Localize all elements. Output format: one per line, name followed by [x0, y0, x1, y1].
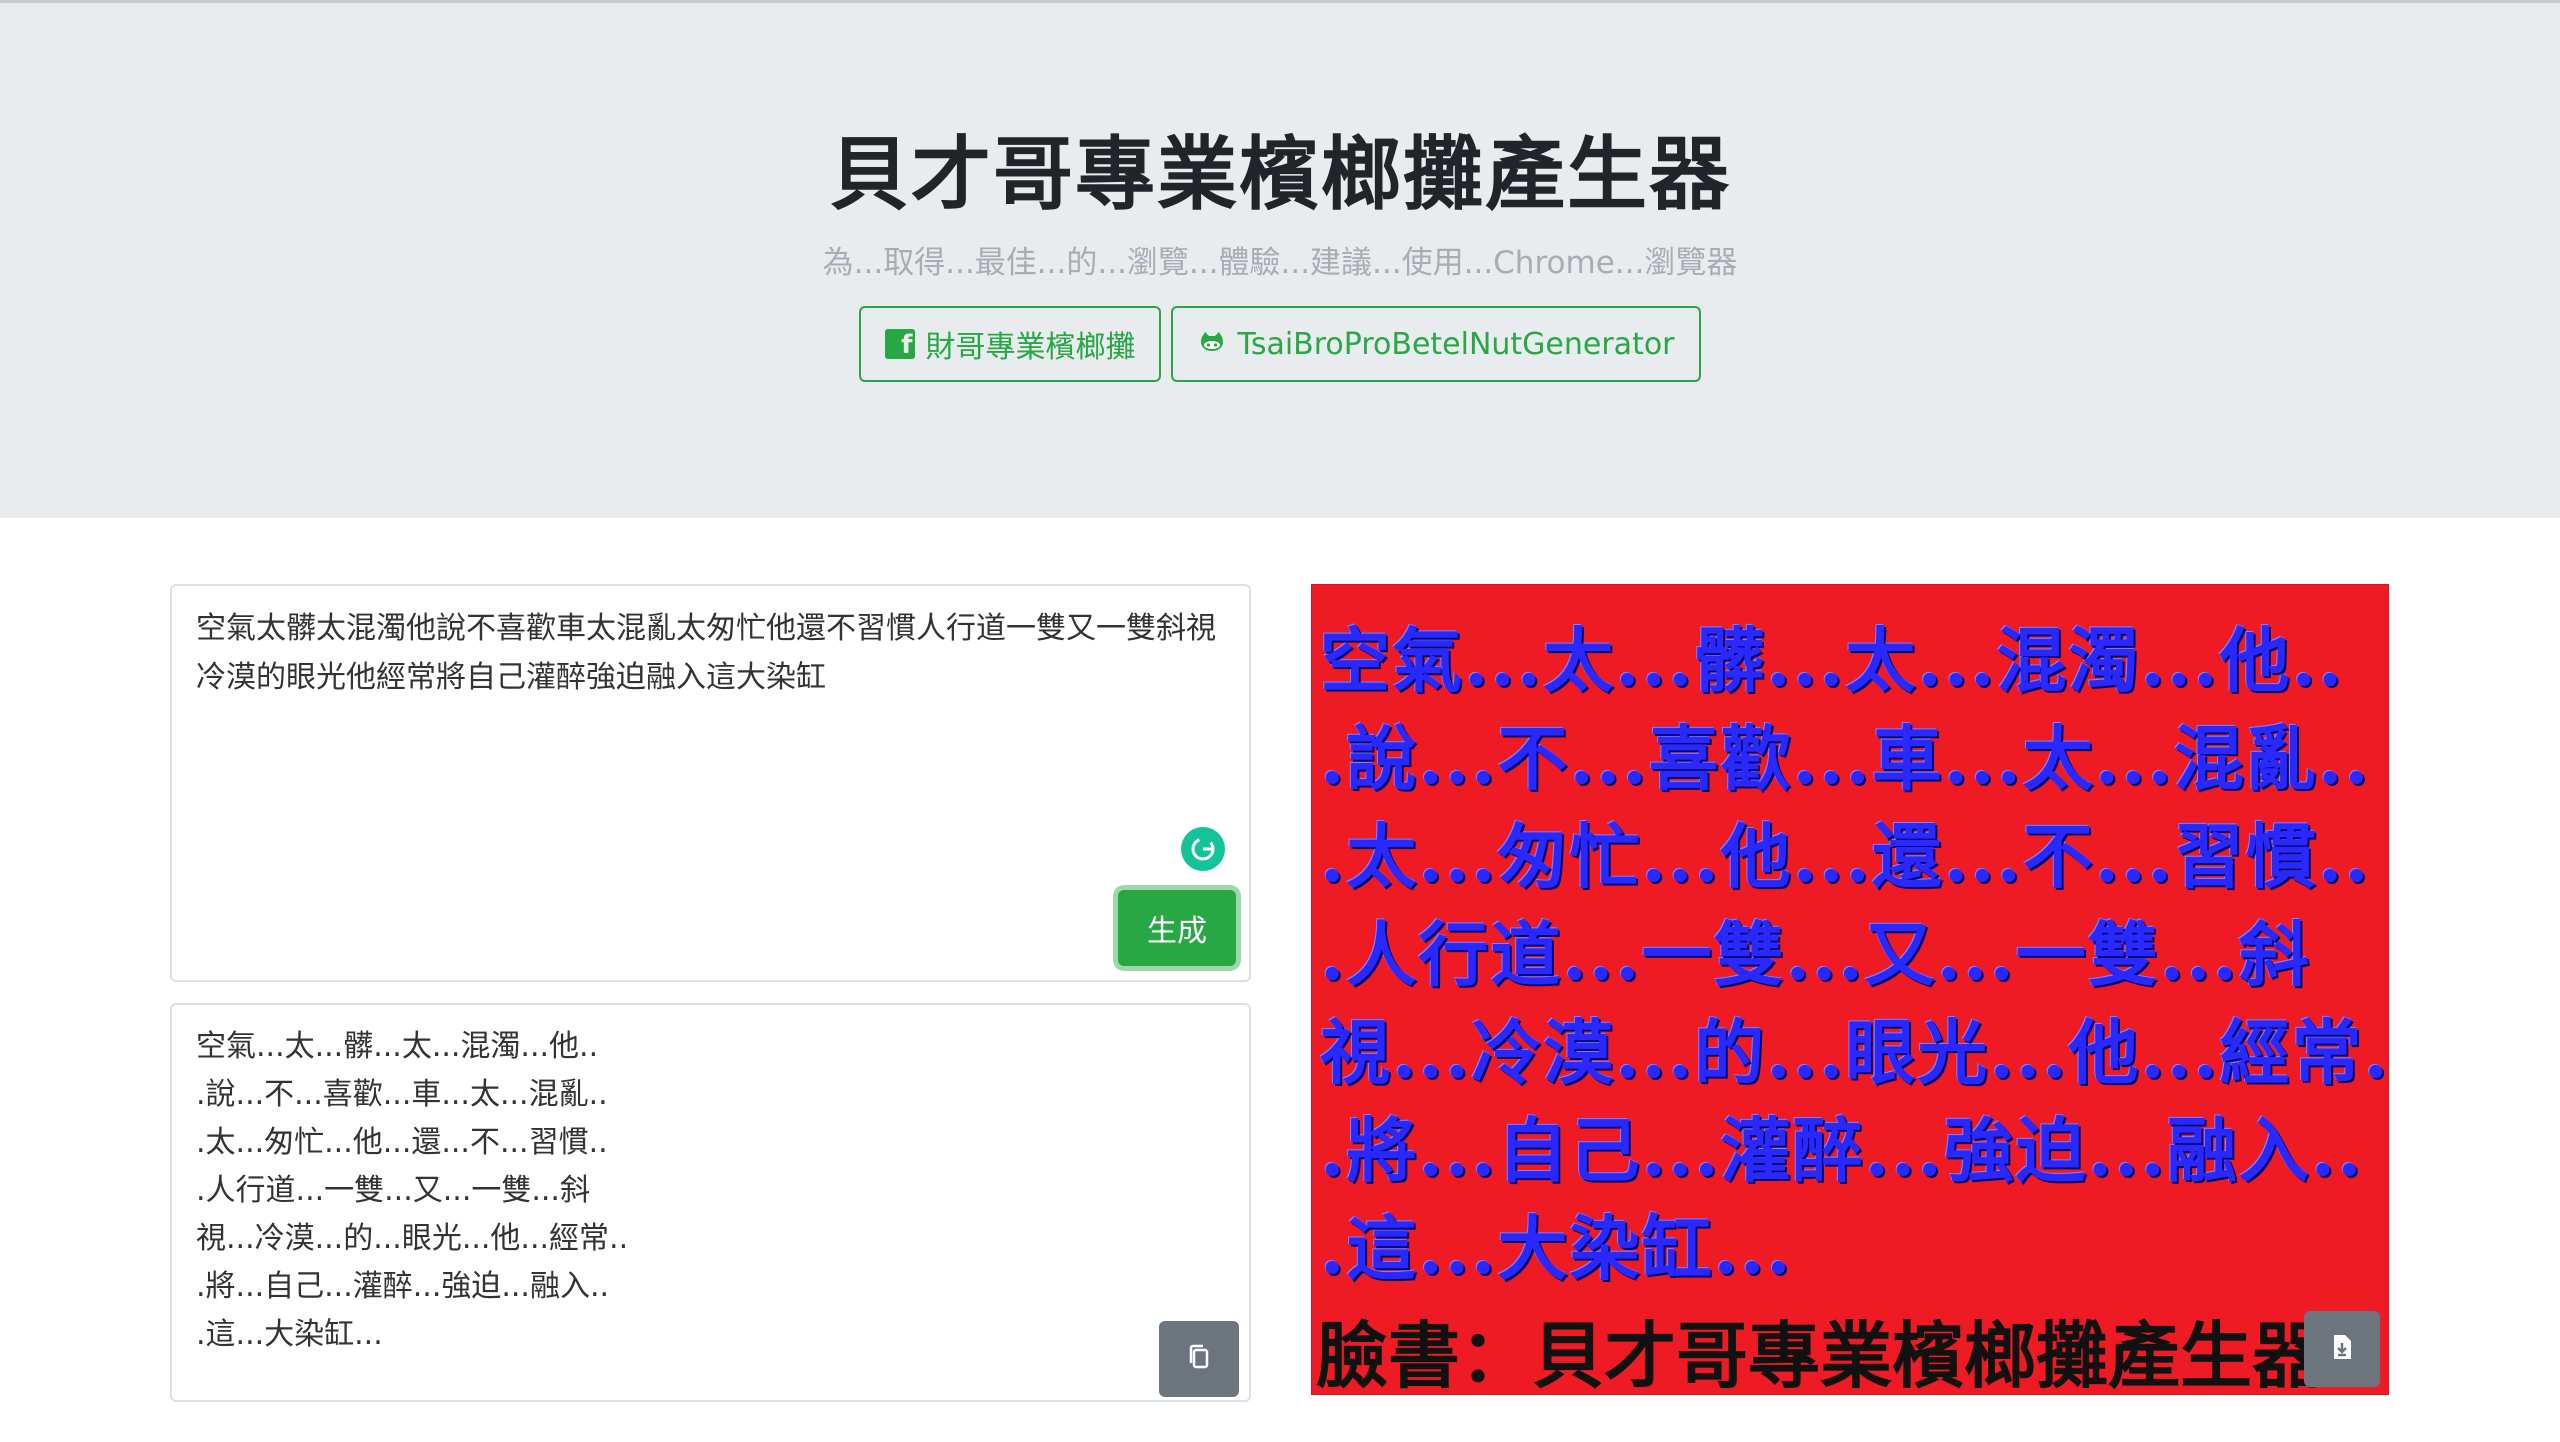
- page-title: 貝才哥專業檳榔攤產生器: [829, 128, 1731, 221]
- github-link-label: TsaiBroProBetelNutGenerator: [1237, 326, 1675, 362]
- github-link-button[interactable]: TsaiBroProBetelNutGenerator: [1171, 306, 1701, 383]
- output-line: .人行道...一雙...又...一雙...斜: [196, 1173, 590, 1208]
- main-content: 空氣太髒太混濁他說不喜歡車太混亂太匆忙他還不習慣人行道一雙又一雙斜視冷漠的眼光他…: [0, 518, 2560, 1442]
- output-line: .說...不...喜歡...車...太...混亂..: [196, 1077, 608, 1112]
- output-text[interactable]: 空氣...太...髒...太...混濁...他.. .說...不...喜歡...車…: [172, 1005, 1249, 1377]
- facebook-link-button[interactable]: f 財哥專業檳榔攤: [859, 306, 1162, 383]
- image-line: .人行道...一雙...又...一雙...斜: [1320, 913, 2311, 996]
- output-textarea[interactable]: 空氣...太...髒...太...混濁...他.. .說...不...喜歡...車…: [170, 1003, 1251, 1402]
- image-footer: 臉書：貝才哥專業檳榔攤產生器: [1316, 1313, 2325, 1395]
- browser-recommendation: 為...取得...最佳...的...瀏覽...體驗...建議...使用...Ch…: [822, 245, 1738, 281]
- download-button[interactable]: [2304, 1311, 2380, 1387]
- image-line: .這...大染缸...: [1320, 1207, 1793, 1290]
- input-textarea[interactable]: 空氣太髒太混濁他說不喜歡車太混亂太匆忙他還不習慣人行道一雙又一雙斜視冷漠的眼光他…: [170, 584, 1251, 982]
- jumbotron-header: 貝才哥專業檳榔攤產生器 為...取得...最佳...的...瀏覽...體驗...…: [0, 3, 2560, 518]
- facebook-link-label: 財哥專業檳榔攤: [925, 330, 1136, 366]
- input-text[interactable]: 空氣太髒太混濁他說不喜歡車太混亂太匆忙他還不習慣人行道一雙又一雙斜視冷漠的眼光他…: [172, 586, 1249, 720]
- generated-image: 空氣...太...髒...太...混濁...他.. .說...不...喜歡...…: [1311, 584, 2389, 1395]
- output-line: .這...大染缸...: [196, 1317, 383, 1352]
- image-line: .太...匆忙...他...還...不...習慣..: [1320, 815, 2371, 898]
- image-line: 視...冷漠...的...眼光...他...經常..: [1320, 1011, 2389, 1094]
- facebook-icon: f: [885, 329, 916, 360]
- output-line: 視...冷漠...的...眼光...他...經常..: [196, 1221, 629, 1256]
- output-line: .將...自己...灌醉...強迫...融入..: [196, 1269, 610, 1304]
- copy-icon: [1184, 1342, 1214, 1376]
- output-line: .太...匆忙...他...還...不...習慣..: [196, 1125, 608, 1160]
- grammarly-icon[interactable]: [1181, 827, 1225, 871]
- image-line: .說...不...喜歡...車...太...混亂..: [1320, 717, 2371, 800]
- copy-button[interactable]: [1159, 1321, 1239, 1397]
- link-buttons: f 財哥專業檳榔攤 TsaiBroProBetelNutGenerator: [0, 306, 2560, 383]
- output-line: 空氣...太...髒...太...混濁...他..: [196, 1029, 599, 1064]
- download-file-icon: [2327, 1332, 2357, 1366]
- github-icon: [1197, 329, 1227, 359]
- image-line: 空氣...太...髒...太...混濁...他..: [1320, 619, 2345, 702]
- generate-button[interactable]: 生成: [1118, 890, 1236, 966]
- image-line: .將...自己...灌醉...強迫...融入..: [1320, 1109, 2364, 1192]
